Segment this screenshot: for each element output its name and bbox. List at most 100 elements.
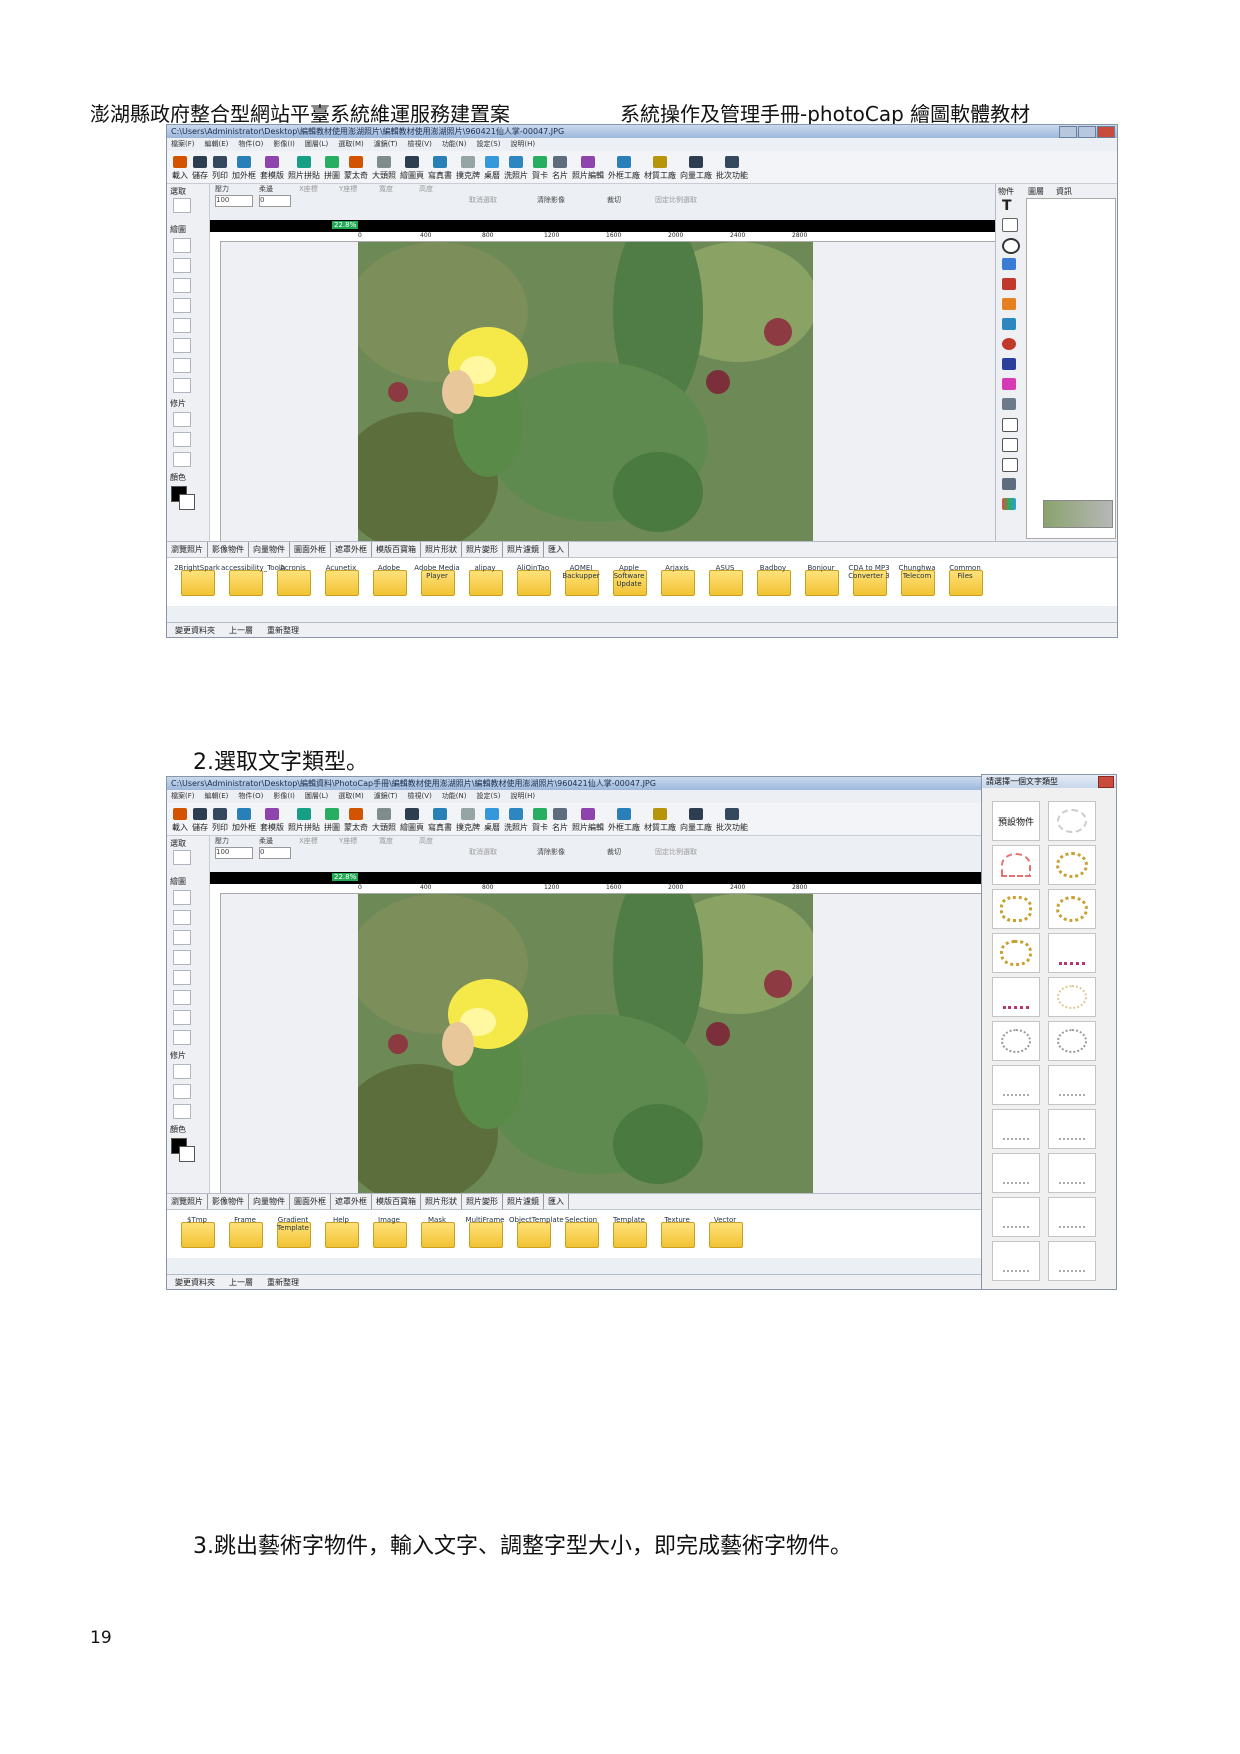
toolbar-button[interactable]: 照片編輯 <box>570 151 606 181</box>
menu-select[interactable]: 選取(M) <box>338 139 364 150</box>
toolbar-button[interactable]: 向量工廠 <box>678 151 714 181</box>
clone-tool[interactable] <box>173 452 191 467</box>
menu-object[interactable]: 物件(O) <box>238 139 263 150</box>
folder-item[interactable]: Image <box>365 1214 413 1254</box>
toolbar-button[interactable]: 外框工廠 <box>606 151 642 181</box>
softness-input[interactable]: 0 <box>259 847 291 859</box>
folder-item[interactable]: Badboy <box>749 562 797 602</box>
art-text-style-option[interactable] <box>1048 1065 1096 1105</box>
menu-file[interactable]: 檔案(F) <box>171 791 195 802</box>
menu-settings[interactable]: 設定(S) <box>477 791 501 802</box>
art-text-style-option[interactable] <box>992 889 1040 929</box>
art-text-style-option[interactable] <box>1048 933 1096 973</box>
menu-file[interactable]: 檔案(F) <box>171 139 195 150</box>
layer-effect-icon[interactable] <box>1002 478 1016 490</box>
folder-item[interactable]: Acunetix <box>317 562 365 602</box>
tab-mask-frames[interactable]: 遮罩外框 <box>331 1194 372 1209</box>
cake-icon[interactable] <box>1002 378 1016 390</box>
tab-browse-photos[interactable]: 瀏覽照片 <box>167 1194 208 1209</box>
art-text-style-option[interactable] <box>992 845 1040 885</box>
tab-layers[interactable]: 圖層 <box>1028 186 1044 197</box>
magnifier-icon[interactable] <box>1002 318 1016 330</box>
folder-item[interactable]: Bonjour <box>797 562 845 602</box>
art-text-style-option[interactable] <box>1048 1109 1096 1149</box>
up-level-button[interactable]: 上一層 <box>229 1277 253 1288</box>
toolbar-button[interactable]: 賀卡 <box>530 151 550 181</box>
menu-layer[interactable]: 圖層(L) <box>305 139 328 150</box>
tab-photo-filters[interactable]: 照片濾鏡 <box>503 1194 544 1209</box>
eyedropper-tool[interactable] <box>173 1010 191 1025</box>
tab-browse-photos[interactable]: 瀏覽照片 <box>167 542 208 557</box>
tab-vector-objects[interactable]: 向量物件 <box>249 542 290 557</box>
menu-help[interactable]: 說明(H) <box>510 139 535 150</box>
brush-tool[interactable] <box>173 238 191 253</box>
folder-item[interactable]: MultiFrame <box>461 1214 509 1254</box>
tab-objects[interactable]: 物件 <box>998 186 1014 197</box>
tab-photo-warp[interactable]: 照片變形 <box>462 1194 503 1209</box>
image-object-icon[interactable] <box>1002 258 1016 270</box>
menu-image[interactable]: 影像(I) <box>273 139 295 150</box>
art-text-style-option[interactable] <box>1048 1153 1096 1193</box>
panel-close-button[interactable] <box>1098 776 1114 788</box>
toolbar-button[interactable]: 儲存 <box>190 803 210 833</box>
toolbar-button[interactable]: 批次功能 <box>714 803 750 833</box>
toolbar-button[interactable]: 照片拼貼 <box>286 151 322 181</box>
art-text-style-option[interactable] <box>992 1065 1040 1105</box>
toolbar-button[interactable]: 名片 <box>550 151 570 181</box>
tab-photo-warp[interactable]: 照片變形 <box>462 542 503 557</box>
menu-settings[interactable]: 設定(S) <box>477 139 501 150</box>
mosaic-icon[interactable] <box>1002 498 1016 510</box>
folder-item[interactable]: accessibility_Toolb <box>221 562 285 602</box>
tab-import[interactable]: 匯入 <box>544 542 569 557</box>
tab-image-objects[interactable]: 影像物件 <box>208 1194 249 1209</box>
toolbar-button[interactable]: 賀卡 <box>530 803 550 833</box>
tab-info[interactable]: 資訊 <box>1056 186 1072 197</box>
toolbar-button[interactable]: 材質工廠 <box>642 151 678 181</box>
toolbar-button[interactable]: 儲存 <box>190 151 210 181</box>
menu-view[interactable]: 檢視(V) <box>408 791 432 802</box>
clear-image-button[interactable]: 清除影像 <box>537 195 565 205</box>
folder-item[interactable]: Selection <box>557 1214 605 1254</box>
tab-templates[interactable]: 模版百寶箱 <box>372 1194 421 1209</box>
background-color[interactable] <box>179 494 195 510</box>
menu-select[interactable]: 選取(M) <box>338 791 364 802</box>
shape-tool[interactable] <box>173 378 191 393</box>
folder-item[interactable]: Help <box>317 1214 365 1254</box>
folder-item[interactable]: ObjectTemplate <box>509 1214 564 1254</box>
tab-templates[interactable]: 模版百寶箱 <box>372 542 421 557</box>
folder-item[interactable]: Mask <box>413 1214 461 1254</box>
toolbar-button[interactable]: 大頭照 <box>370 151 398 181</box>
zoom-level[interactable]: 22.8% <box>332 221 359 229</box>
folder-item[interactable]: Adobe Media Player <box>413 562 461 602</box>
clear-image-button[interactable]: 清除影像 <box>537 847 565 857</box>
toolbar-button[interactable]: 向量工廠 <box>678 803 714 833</box>
fixed-ratio-button[interactable]: 固定比例選取 <box>655 847 697 857</box>
toolbar-button[interactable]: 桌曆 <box>482 151 502 181</box>
art-text-style-option[interactable] <box>1048 1197 1096 1237</box>
menu-layer[interactable]: 圖層(L) <box>305 791 328 802</box>
toolbar-button[interactable]: 桌曆 <box>482 803 502 833</box>
art-text-style-option[interactable] <box>1048 1241 1096 1281</box>
toolbar-button[interactable]: 撲克牌 <box>454 803 482 833</box>
layer-thumbnail[interactable] <box>1043 500 1113 528</box>
menu-function[interactable]: 功能(N) <box>442 139 467 150</box>
folder-item[interactable]: AliQinTao <box>509 562 557 602</box>
crop-button[interactable]: 裁切 <box>607 847 621 857</box>
pen-tool[interactable] <box>173 278 191 293</box>
menu-view[interactable]: 檢視(V) <box>408 139 432 150</box>
toolbar-button[interactable]: 寫真書 <box>426 151 454 181</box>
retouch-brush-tool[interactable] <box>173 432 191 447</box>
redeye-tool[interactable] <box>173 1064 191 1079</box>
close-button[interactable] <box>1097 126 1115 138</box>
eraser-tool[interactable] <box>173 258 191 273</box>
menu-filter[interactable]: 濾鏡(T) <box>374 139 398 150</box>
rect-select-tool[interactable] <box>173 850 191 865</box>
arrows-icon[interactable] <box>1002 438 1018 452</box>
refresh-button[interactable]: 重新整理 <box>267 625 299 636</box>
menu-help[interactable]: 說明(H) <box>510 791 535 802</box>
toolbar-button[interactable]: 列印 <box>210 151 230 181</box>
toolbar-button[interactable]: 洗照片 <box>502 151 530 181</box>
tab-mask-frames[interactable]: 遮罩外框 <box>331 542 372 557</box>
menu-image[interactable]: 影像(I) <box>273 791 295 802</box>
smudge-tool[interactable] <box>173 318 191 333</box>
